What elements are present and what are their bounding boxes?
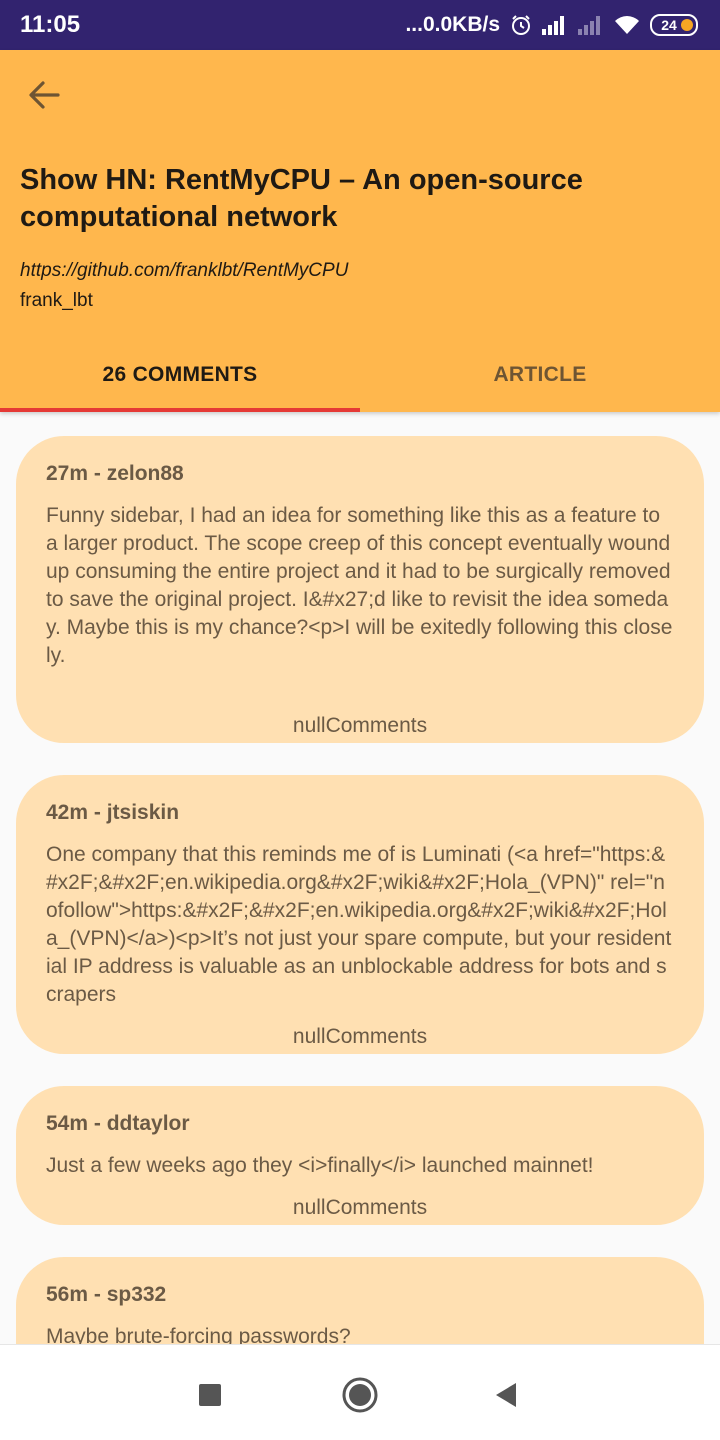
comment-body: Funny sidebar, I had an idea for somethi… <box>46 504 673 667</box>
signal-icon <box>542 15 568 35</box>
tab-article[interactable]: ARTICLE <box>360 338 720 412</box>
system-nav-bar <box>0 1344 720 1440</box>
signal-weak-icon <box>578 15 604 35</box>
battery-icon: 24 <box>650 14 698 36</box>
comment-card[interactable]: 27m - zelon88 Funny sidebar, I had an id… <box>16 436 704 743</box>
comment-card[interactable]: 42m - jtsiskin One company that this rem… <box>16 775 704 1054</box>
back-button[interactable] <box>18 72 70 118</box>
comment-meta: 42m - jtsiskin <box>46 801 180 824</box>
status-bar: 11:05 ...0.0KB/s 24 <box>0 0 720 50</box>
arrow-left-icon <box>29 81 60 109</box>
status-icons: ...0.0KB/s 24 <box>405 13 698 37</box>
tab-bar: 26 COMMENTS ARTICLE <box>0 338 720 412</box>
comment-card[interactable]: 54m - ddtaylor Just a few weeks ago they… <box>16 1086 704 1225</box>
comment-body: Just a few weeks ago they <i>finally</i>… <box>46 1154 594 1177</box>
recents-button[interactable] <box>190 1375 230 1415</box>
comment-card[interactable]: 56m - sp332 Maybe brute-forcing password… <box>16 1257 704 1344</box>
comment-body: Maybe brute-forcing passwords? <box>46 1325 351 1344</box>
wifi-icon <box>614 15 640 35</box>
home-button[interactable] <box>340 1375 380 1415</box>
comment-body: One company that this reminds me of is L… <box>46 843 672 1006</box>
network-speed: ...0.0KB/s <box>405 13 500 36</box>
story-url[interactable]: https://github.com/franklbt/RentMyCPU <box>20 260 348 282</box>
tab-comments[interactable]: 26 COMMENTS <box>0 338 360 412</box>
recents-square-icon <box>199 1384 221 1406</box>
status-time: 11:05 <box>20 11 81 38</box>
comment-replies[interactable]: nullComments <box>16 714 704 738</box>
home-circle-icon <box>342 1377 378 1413</box>
comment-meta: 27m - zelon88 <box>46 462 184 485</box>
story-author: frank_lbt <box>20 290 93 311</box>
comment-replies[interactable]: nullComments <box>16 1025 704 1049</box>
comment-replies[interactable]: nullComments <box>16 1196 704 1220</box>
alarm-icon <box>510 14 532 36</box>
back-triangle-icon <box>496 1383 516 1407</box>
comment-list[interactable]: 27m - zelon88 Funny sidebar, I had an id… <box>0 412 720 1344</box>
story-header: Show HN: RentMyCPU – An open-source comp… <box>0 50 720 412</box>
story-title: Show HN: RentMyCPU – An open-source comp… <box>20 164 583 233</box>
comment-meta: 56m - sp332 <box>46 1283 167 1306</box>
comment-meta: 54m - ddtaylor <box>46 1112 190 1135</box>
battery-level: 24 <box>661 17 677 33</box>
back-nav-button[interactable] <box>486 1375 526 1415</box>
